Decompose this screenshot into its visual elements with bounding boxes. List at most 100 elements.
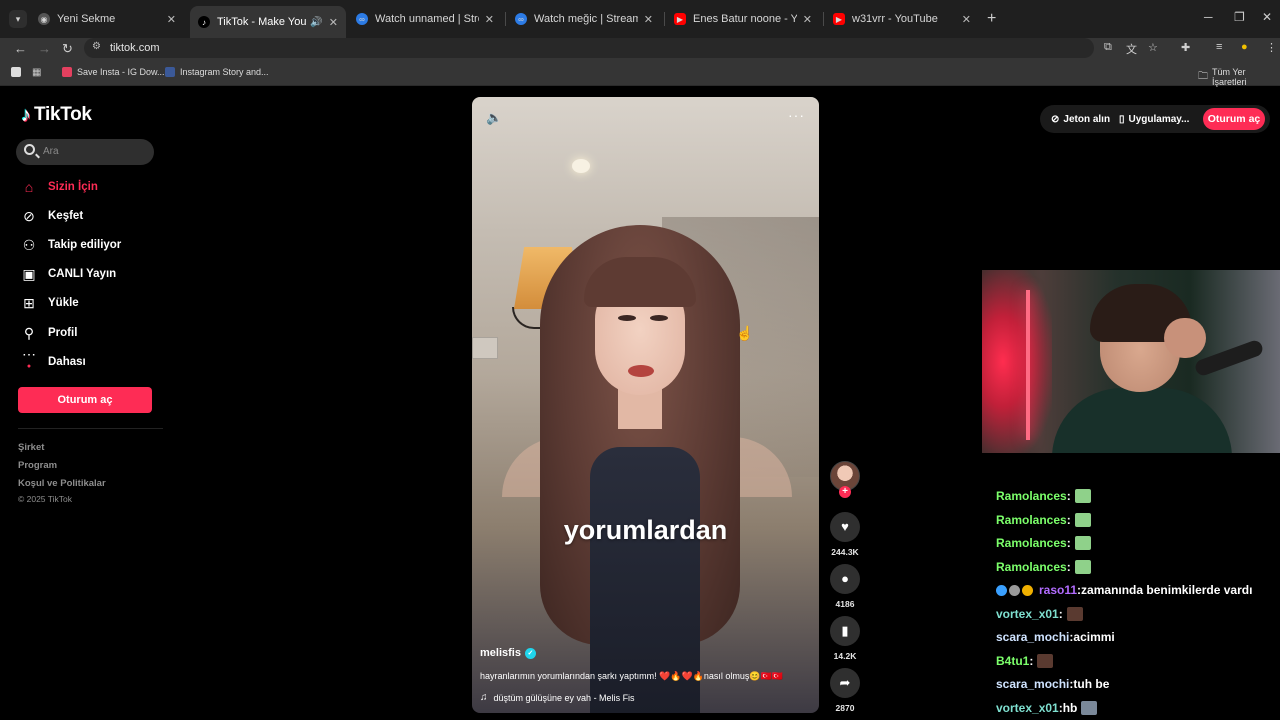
chat-username[interactable]: vortex_x01 xyxy=(996,607,1059,621)
back-icon[interactable]: ← xyxy=(14,41,27,57)
sidebar-item-upload[interactable]: ⊞ Yükle xyxy=(20,293,79,313)
close-tab-icon[interactable]: ✕ xyxy=(329,16,338,29)
search-placeholder: Ara xyxy=(43,146,59,157)
sidebar-item-label: Takip ediliyor xyxy=(48,239,122,251)
get-app-button[interactable]: ▯ Uygulamay... xyxy=(1119,110,1189,128)
translate-icon[interactable]: 文 xyxy=(1126,41,1137,57)
tab-youtube-enes[interactable]: ▶ Enes Batur noone - YouTube ✕ xyxy=(666,6,820,32)
close-tab-icon[interactable]: ✕ xyxy=(803,13,812,26)
extensions-icon[interactable]: ✚ xyxy=(1181,41,1190,54)
sidebar-item-explore[interactable]: ⊘ Keşfet xyxy=(20,206,83,226)
tab-streamable-unnamed[interactable]: ∞ Watch unnamed | Streamable ✕ xyxy=(348,6,502,32)
follow-plus-icon[interactable]: + xyxy=(839,486,851,498)
bookmark-save-insta[interactable]: Save Insta - IG Dow... xyxy=(62,67,165,77)
chat-username[interactable]: vortex_x01 xyxy=(996,701,1059,715)
minimize-icon[interactable]: ─ xyxy=(1204,10,1213,24)
video-author[interactable]: melisfis ✓ xyxy=(480,647,536,659)
folder-icon: 🗀 xyxy=(1198,70,1208,82)
chat-username[interactable]: scara_mochi xyxy=(996,630,1069,644)
sidebar-item-following[interactable]: ⚇ Takip ediliyor xyxy=(20,235,122,255)
new-tab-icon[interactable]: + xyxy=(987,11,996,27)
chat-message: Ramolances : xyxy=(996,534,1091,552)
video-scene xyxy=(650,315,668,321)
chat-message: vortex_x01 : hb xyxy=(996,699,1098,717)
tiktok-logo[interactable]: ♪ TikTok xyxy=(21,104,92,126)
chat-separator: : xyxy=(1058,606,1063,621)
media-control-icon[interactable]: ≡ xyxy=(1216,41,1222,53)
chat-separator: : xyxy=(1029,653,1034,668)
coin-icon: ⊘ xyxy=(1051,113,1060,125)
cast-icon[interactable]: ⧉ xyxy=(1104,41,1112,54)
maximize-icon[interactable]: ❐ xyxy=(1234,10,1245,24)
tab-search-icon[interactable]: ▾ xyxy=(9,10,27,28)
comment-button[interactable]: ● xyxy=(830,564,860,594)
speaker-icon[interactable]: 🔊 xyxy=(310,17,322,28)
tab-yeni-sekme[interactable]: ◉ Yeni Sekme ✕ xyxy=(30,6,184,32)
apps-grid-icon[interactable]: ▦ xyxy=(32,67,41,78)
close-tab-icon[interactable]: ✕ xyxy=(644,13,653,26)
footer-link-terms[interactable]: Koşul ve Politikalar xyxy=(18,478,106,489)
forward-icon[interactable]: → xyxy=(38,41,51,57)
footer-link-company[interactable]: Şirket xyxy=(18,442,44,453)
chat-username[interactable]: Ramolances xyxy=(996,489,1067,503)
chat-message: Ramolances : xyxy=(996,511,1091,529)
tab-title: Enes Batur noone - YouTube xyxy=(693,13,797,25)
sidebar-login-button[interactable]: Oturum aç xyxy=(18,387,152,413)
music-note-icon: ♫ xyxy=(480,692,488,703)
more-options-icon[interactable]: ··· xyxy=(788,107,805,123)
bookmark-instagram-story[interactable]: Instagram Story and... xyxy=(165,67,269,77)
chat-text: zamanında benimkilerde vardı xyxy=(1081,583,1253,597)
chat-username[interactable]: Ramolances xyxy=(996,536,1067,550)
header-login-button[interactable]: Oturum aç xyxy=(1203,108,1265,130)
chat-username[interactable]: Ramolances xyxy=(996,560,1067,574)
site-info-icon[interactable]: ⚙ xyxy=(92,41,101,52)
chat-username[interactable]: Ramolances xyxy=(996,513,1067,527)
sidebar-item-profile[interactable]: ⚲ Profil xyxy=(20,323,78,343)
profile-icon[interactable]: ● xyxy=(1241,41,1248,53)
tab-youtube-w31vrr[interactable]: ▶ w31vrr - YouTube ✕ xyxy=(825,6,979,32)
share-button[interactable]: ➦ xyxy=(830,668,860,698)
tiktok-icon: ♪ xyxy=(198,16,210,28)
emote-icon xyxy=(1037,653,1054,668)
chat-message: raso11 : zamanında benimkilerde vardı xyxy=(996,581,1252,599)
close-tab-icon[interactable]: ✕ xyxy=(167,13,176,26)
video-player[interactable]: 🔈 ··· ☝ yorumlardan melisfis ✓ hayranlar… xyxy=(472,97,819,713)
chat-separator: : xyxy=(1066,489,1071,503)
url-text: tiktok.com xyxy=(110,42,160,54)
tiktok-note-icon: ♪ xyxy=(21,104,31,126)
tab-streamable-megic[interactable]: ∞ Watch meğic | Streamable ✕ xyxy=(507,6,661,32)
address-bar[interactable]: ⚙ tiktok.com xyxy=(84,38,1094,58)
like-button[interactable]: ♥ xyxy=(830,512,860,542)
save-count: 14.2K xyxy=(833,651,857,661)
volume-icon[interactable]: 🔈 xyxy=(486,110,502,126)
bookmark-square-icon[interactable] xyxy=(11,67,26,77)
search-input[interactable]: Ara xyxy=(16,139,154,165)
youtube-icon: ▶ xyxy=(674,13,686,25)
bookmark-star-icon[interactable]: ☆ xyxy=(1148,41,1158,54)
tab-title: Yeni Sekme xyxy=(57,13,116,25)
footer-link-program[interactable]: Program xyxy=(18,460,57,471)
tab-tiktok[interactable]: ♪ TikTok - Make Your Day 🔊 ✕ xyxy=(190,6,346,38)
emote-icon xyxy=(1074,512,1091,527)
sidebar-item-for-you[interactable]: ⌂ Sizin İçin xyxy=(20,177,98,197)
close-tab-icon[interactable]: ✕ xyxy=(962,13,971,26)
sidebar-item-live[interactable]: ▣ CANLI Yayın xyxy=(20,264,116,284)
chat-username[interactable]: raso11 xyxy=(1039,583,1077,597)
close-tab-icon[interactable]: ✕ xyxy=(485,13,494,26)
video-overlay-text: yorumlardan xyxy=(563,515,728,545)
chat-message: B4tu1 : xyxy=(996,652,1054,670)
save-button[interactable]: ▮ xyxy=(830,616,860,646)
share-icon: ➦ xyxy=(839,675,851,690)
reload-icon[interactable]: ↻ xyxy=(62,41,73,57)
emote-icon xyxy=(1066,606,1083,621)
chat-username[interactable]: B4tu1 xyxy=(996,654,1029,668)
sidebar-item-more[interactable]: ⋯● Dahası xyxy=(20,346,86,372)
chat-username[interactable]: scara_mochi xyxy=(996,677,1069,691)
all-bookmarks[interactable]: 🗀 Tüm Yer İşaretleri xyxy=(1198,67,1280,87)
heart-icon: ♥ xyxy=(841,519,849,534)
webcam-scene xyxy=(982,270,1052,453)
video-music[interactable]: ♫ düştüm gülüşüne ey vah - Melis Fis xyxy=(480,692,635,703)
menu-icon[interactable]: ⋮ xyxy=(1266,41,1277,54)
get-coins-button[interactable]: ⊘ Jeton alın xyxy=(1051,110,1110,128)
close-window-icon[interactable]: ✕ xyxy=(1262,10,1272,24)
